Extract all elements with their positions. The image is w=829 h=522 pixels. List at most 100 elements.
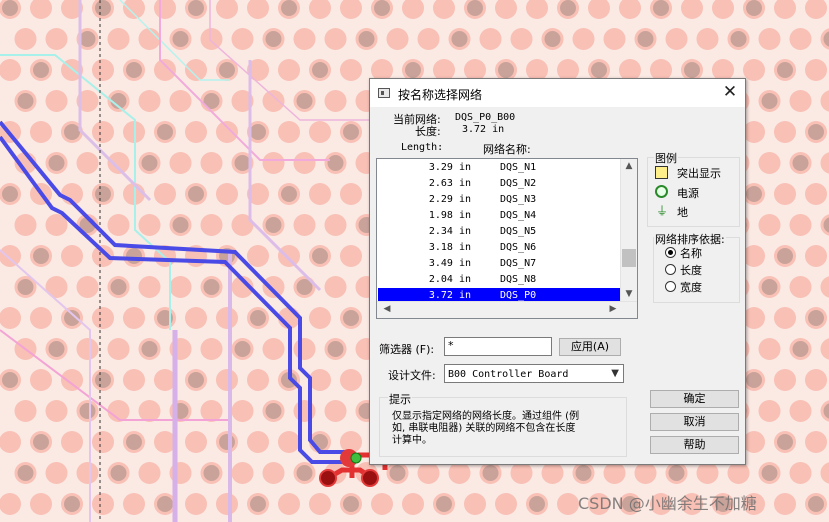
pad-ring [76, 338, 99, 360]
apply-button[interactable]: 应用(A) [559, 338, 621, 356]
pad [33, 434, 49, 450]
pad-ring [758, 152, 781, 174]
pad-ring [743, 121, 765, 143]
scroll-left-icon[interactable]: ◀ [379, 304, 395, 314]
pad [637, 31, 654, 47]
close-icon[interactable]: ✕ [721, 83, 739, 101]
chevron-down-icon[interactable]: ▼ [611, 365, 619, 382]
pad-ring [340, 183, 362, 205]
pad [234, 155, 251, 171]
pad-ring [262, 276, 285, 298]
net-name: DQS_N2 [500, 178, 537, 189]
pad [808, 310, 824, 326]
pad-ring [231, 400, 254, 422]
design-file-value: B00 Controller Board [448, 369, 569, 380]
pad-ring [61, 369, 83, 391]
net-name: DQS_N7 [500, 258, 537, 269]
pad-ring [154, 59, 176, 81]
pad-ring [743, 431, 765, 453]
net-list-row[interactable]: 3.49 in DQS_N7 [378, 256, 622, 271]
net-list-row[interactable]: 2.04 in DQS_N8 [378, 272, 622, 287]
pad-ring [138, 90, 161, 112]
pad [808, 124, 824, 140]
pad-ring [743, 245, 765, 267]
pad [451, 31, 468, 47]
pad [777, 248, 793, 264]
horizontal-scrollbar[interactable]: ◀ ▶ [377, 301, 637, 318]
pad-ring [820, 90, 829, 112]
sort-by-length-radio[interactable] [665, 264, 676, 275]
pad-ring [231, 28, 254, 50]
pad-ring [231, 462, 254, 484]
pad [327, 155, 344, 171]
pad-ring [743, 307, 765, 329]
pad-ring [634, 462, 657, 484]
pad-ring [758, 400, 781, 422]
net-list-row[interactable]: 1.98 in DQS_N4 [378, 208, 622, 223]
legend-title: 图例 [654, 150, 678, 166]
length-label: 长度: [415, 125, 441, 138]
pad-ring [216, 307, 238, 329]
scroll-right-icon[interactable]: ▶ [605, 304, 621, 314]
pad [808, 496, 824, 512]
scroll-thumb[interactable] [622, 249, 636, 267]
net-list[interactable]: 3.29 in DQS_N1 2.63 in DQS_N2 2.29 in DQS_N3 1… [376, 158, 638, 319]
pad-ring [774, 121, 796, 143]
scroll-up-icon[interactable]: ▲ [621, 161, 637, 171]
pad [343, 310, 359, 326]
sort-option-name[interactable]: 名称 [680, 245, 702, 261]
net-length: 3.18 in [428, 242, 471, 253]
pad-ring [510, 28, 533, 50]
pad [172, 217, 189, 233]
pad-ring [123, 493, 145, 515]
sort-by-width-radio[interactable] [665, 281, 676, 292]
pad-ring [138, 400, 161, 422]
pad-ring [758, 338, 781, 360]
net-list-row[interactable]: 3.18 in DQS_N6 [378, 240, 622, 255]
dialog-titlebar[interactable]: 按名称选择网络 ✕ [370, 79, 745, 107]
pad [17, 465, 34, 481]
pad-ring [340, 0, 362, 19]
pad-ring [45, 462, 68, 484]
filter-input[interactable]: * [444, 337, 552, 356]
pad [792, 155, 809, 171]
scroll-down-icon[interactable]: ▼ [621, 289, 637, 299]
pad-ring [30, 307, 52, 329]
pad-ring [309, 307, 331, 329]
pad-ring [526, 0, 548, 19]
net-name: DQS_N8 [500, 274, 537, 285]
net-list-row[interactable]: 2.29 in DQS_N3 [378, 192, 622, 207]
net-list-row[interactable]: 2.63 in DQS_N2 [378, 176, 622, 191]
pad [312, 248, 328, 264]
pad [79, 31, 96, 47]
pad [157, 496, 173, 512]
pad-ring [169, 90, 192, 112]
pad [529, 496, 545, 512]
pad [203, 279, 220, 295]
sort-option-length[interactable]: 长度 [680, 262, 702, 278]
net-list-row[interactable]: 2.34 in DQS_N5 [378, 224, 622, 239]
legend-group: 图例 突出显示 电源 ⏚ 地 [647, 150, 740, 227]
help-button[interactable]: 帮助 [650, 436, 739, 454]
pad [141, 341, 158, 357]
pad-ring [448, 462, 471, 484]
net-list-row[interactable]: 3.29 in DQS_N1 [378, 160, 622, 175]
ok-button[interactable]: 确定 [650, 390, 739, 408]
sort-by-name-radio[interactable] [665, 247, 676, 258]
pad-ring [107, 338, 130, 360]
sort-option-width[interactable]: 宽度 [680, 279, 702, 295]
pad-ring [309, 183, 331, 205]
pad-ring [30, 0, 52, 19]
pad-ring [138, 276, 161, 298]
pad-ring [185, 493, 207, 515]
pad [668, 465, 685, 481]
pad-ring [619, 0, 641, 19]
pad-ring [743, 59, 765, 81]
pad-ring [14, 400, 37, 422]
design-file-select[interactable]: B00 Controller Board ▼ [444, 364, 624, 383]
vertical-scrollbar[interactable]: ▲ ▼ [620, 159, 637, 303]
pad [746, 372, 762, 388]
pad [64, 124, 80, 140]
cancel-button[interactable]: 取消 [650, 413, 739, 431]
pad-ring [92, 59, 114, 81]
